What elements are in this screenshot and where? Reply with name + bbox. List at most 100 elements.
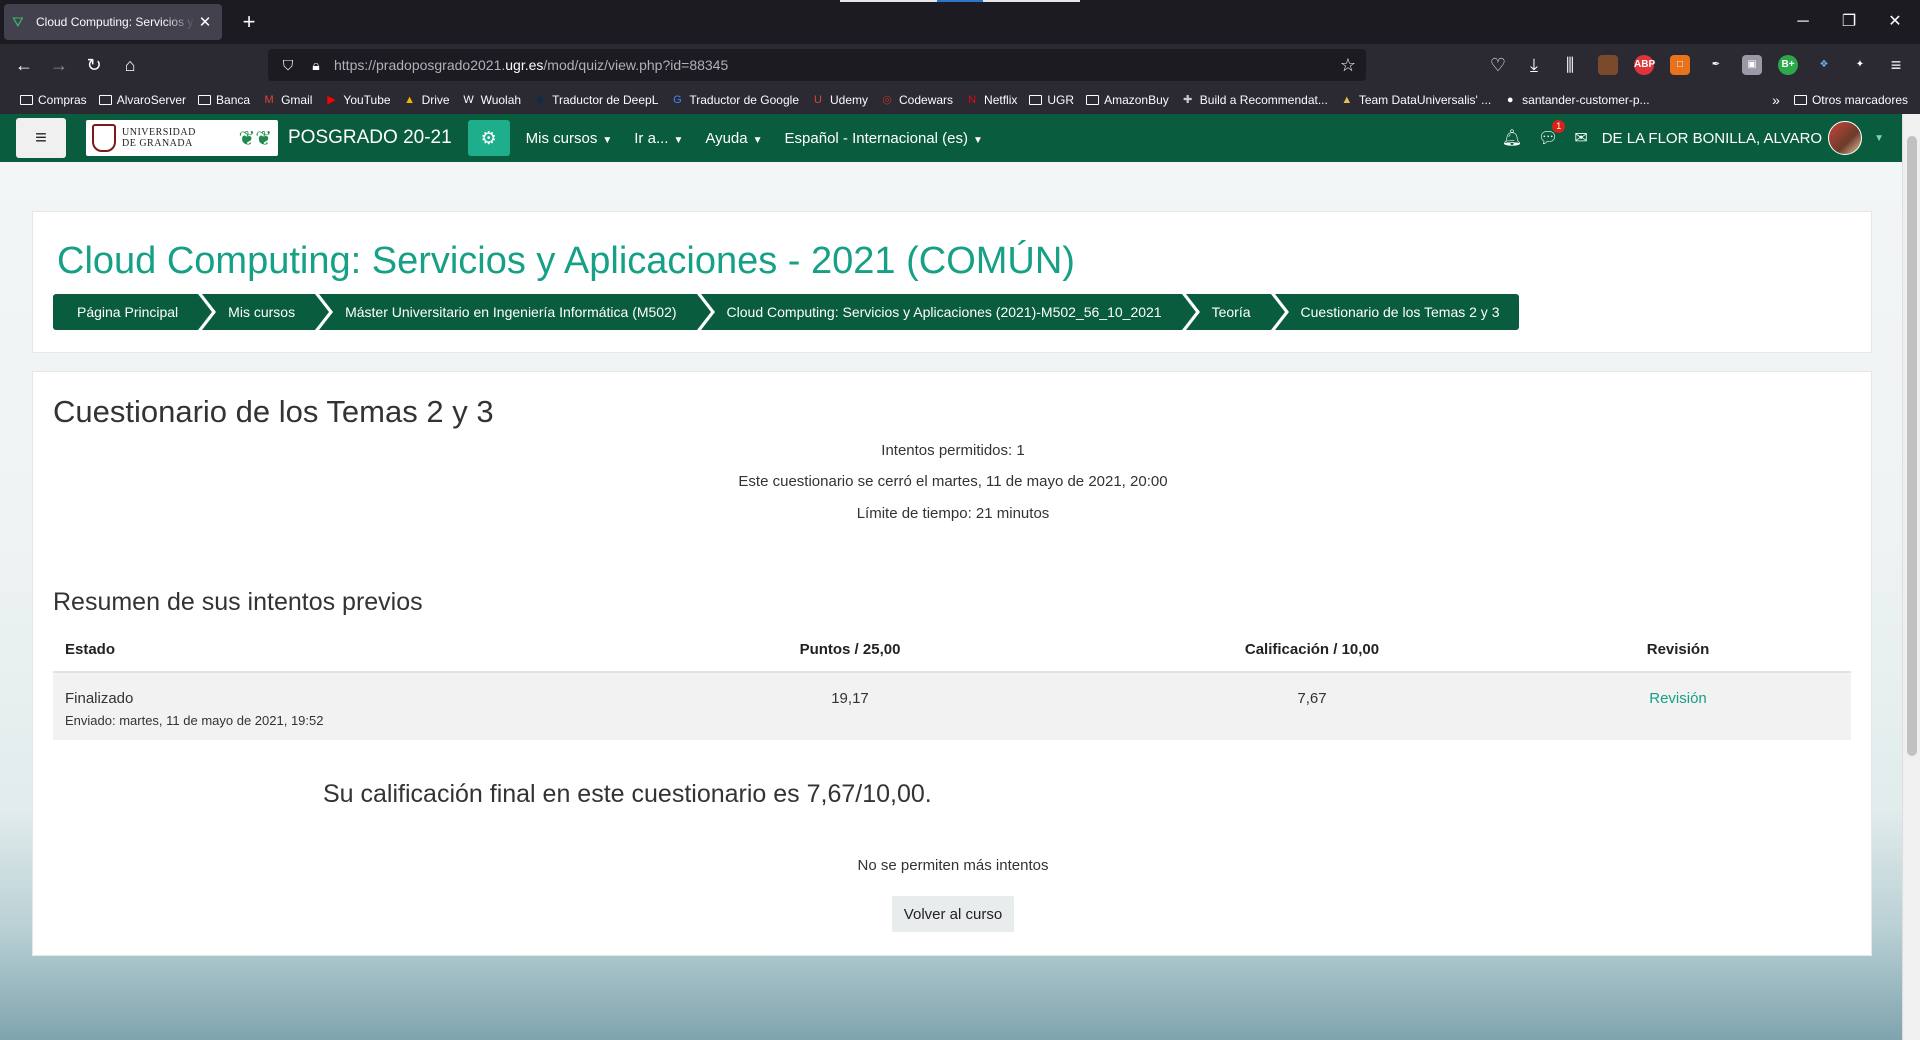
bookmark-star-icon[interactable]: ☆ [1340,55,1356,76]
review-link[interactable]: Revisión [1649,690,1707,707]
breadcrumb-item-my-courses[interactable]: Mis cursos [202,294,329,330]
caret-down-icon[interactable]: ▼ [1874,133,1884,144]
extension-green-icon[interactable]: B+ [1778,55,1798,75]
forward-arrow-icon[interactable]: → [45,51,73,79]
bookmark-item[interactable]: AlvaroServer [98,93,187,107]
bookmark-label: AlvaroServer [116,93,187,107]
ugr-prado-logo[interactable]: UNIVERSIDAD DE GRANADA ❦❦ [86,120,278,156]
breadcrumb-item-theory[interactable]: Teoría [1185,294,1285,330]
scrollbar-thumb[interactable] [1907,136,1917,756]
extension-grey-icon[interactable]: ▣ [1742,55,1762,75]
gmail-icon: M [264,94,274,106]
other-bookmarks[interactable]: Otros marcadores [1793,93,1908,107]
back-to-course-button[interactable]: Volver al curso [892,896,1014,932]
caret-down-icon: ▼ [752,134,763,146]
menu-language[interactable]: Español - Internacional (es) ▼ [779,130,989,147]
bookmark-label: Traductor de DeepL [552,93,659,107]
university-name: UNIVERSIDAD DE GRANADA [122,127,196,149]
folder-icon [1086,95,1100,105]
adblock-plus-icon[interactable]: ABP [1634,55,1655,75]
lock-icon[interactable]: 🔒︎ [306,57,326,74]
extension-orange-icon[interactable]: □ [1670,55,1690,75]
minimize-window-button[interactable]: ─ [1780,8,1826,36]
github-icon: ● [1506,94,1514,106]
menu-hamburger-icon[interactable]: ≡ [1882,51,1910,79]
column-header-grade: Calificación / 10,00 [1119,628,1505,673]
close-window-button[interactable]: ✕ [1872,8,1918,36]
extension-pen-icon[interactable]: ✒ [1706,55,1726,75]
attempts-allowed: Intentos permitidos: 1 [881,442,1025,459]
bookmark-item[interactable]: ● santander-customer-p... [1503,93,1650,107]
time-limit-info: Límite de tiempo: 21 minutos [856,505,1050,522]
extension-blue-icon[interactable]: ❖ [1814,55,1834,75]
bookmark-item[interactable]: ◎ Codewars [880,93,953,107]
quiz-closed-info: Este cuestionario se cerró el martes, 11… [738,473,1168,490]
attempts-summary-title: Resumen de sus intentos previos [53,588,423,616]
bookmark-item[interactable]: ▲ Drive [403,93,449,107]
moodle-navbar: ≡ UNIVERSIDAD DE GRANADA ❦❦ POSGRADO 20-2… [0,114,1902,162]
youtube-icon: ▶ [327,94,336,106]
bookmark-item[interactable]: ▶ YouTube [324,93,390,107]
folder-icon [1793,95,1807,105]
column-header-state: Estado [53,628,581,673]
avatar[interactable] [1828,121,1863,155]
breadcrumb-item-course[interactable]: Cloud Computing: Servicios y Aplicacione… [700,294,1196,330]
bookmark-label: YouTube [343,93,391,107]
bookmark-item[interactable]: M Gmail [262,93,312,107]
bookmark-label: Compras [38,93,87,107]
browser-tab-active[interactable]: ⛛ Cloud Computing: Servicios y Aplicacio… [4,4,222,40]
course-title: Cloud Computing: Servicios y Aplicacione… [57,240,1075,282]
user-menu-name[interactable]: DE LA FLOR BONILLA, ALVARO [1602,130,1822,147]
bookmark-item[interactable]: G Traductor de Google [670,93,799,107]
page-scrollbar[interactable] [1902,114,1920,1040]
mail-icon[interactable]: ✉ [1574,128,1587,148]
chevron-double-right-icon[interactable]: » [1772,92,1780,108]
bookmark-item[interactable]: N Netflix [965,93,1017,107]
bookmark-item[interactable]: U Udemy [811,93,868,107]
bookmark-label: UGR [1047,93,1075,107]
breadcrumb-item-home[interactable]: Página Principal [53,294,213,330]
bookmark-label: Wuolah [480,93,522,107]
pocket-icon[interactable]: ♡ [1484,51,1512,79]
url-text[interactable]: https://pradoposgrado2021.ugr.es/mod/qui… [334,57,1340,73]
home-icon[interactable]: ⌂ [116,51,144,79]
web-page: ≡ UNIVERSIDAD DE GRANADA ❦❦ POSGRADO 20-2… [0,114,1902,1040]
gear-icon[interactable]: ⚙ [467,120,510,156]
extension-avatar-icon[interactable] [1598,55,1618,75]
address-bar[interactable]: ⛉ 🔒︎ https://pradoposgrado2021.ugr.es/mo… [268,49,1366,81]
bookmark-item[interactable]: ▲ Team DataUniversalis' ... [1340,93,1491,107]
bookmark-item[interactable]: UGR [1029,93,1074,107]
tracking-shield-icon[interactable]: ⛉ [278,57,298,74]
bookmarks-toolbar: Compras AlvaroServer Banca M Gmail ▶ YouTube ▲ D… [0,86,1920,114]
menu-ir-a[interactable]: Ir a... ▼ [628,130,689,147]
attempt-state-cell: Finalizado Enviado: martes, 11 de mayo d… [53,672,581,740]
bookmark-item[interactable]: ◆ Traductor de DeepL [533,93,659,107]
notifications-bell-icon[interactable]: 🔔︎ [1502,128,1522,148]
close-tab-icon[interactable]: ✕ [196,13,214,31]
restore-window-button[interactable]: ❐ [1826,8,1872,36]
bookmark-label: santander-customer-p... [1522,93,1650,107]
site-name[interactable]: POSGRADO 20-21 [288,127,452,149]
messages-chat-icon[interactable]: 💬︎ 1 [1538,120,1566,148]
bookmark-item[interactable]: AmazonBuy [1086,93,1169,107]
browser-nav-bar: ← → ↻ ⌂ ⛉ 🔒︎ https://pradoposgrado2021.u… [0,44,1920,86]
reload-icon[interactable]: ↻ [80,51,108,79]
bookmark-item[interactable]: W Wuolah [462,93,521,107]
column-header-points: Puntos / 25,00 [581,628,1119,673]
extensions-puzzle-icon[interactable]: ✦ [1850,55,1870,75]
downloads-icon[interactable]: ⤓ [1520,51,1548,79]
bookmark-label: Codewars [899,93,954,107]
back-arrow-icon[interactable]: ← [10,51,38,79]
new-tab-button[interactable]: + [236,9,262,35]
bookmark-item[interactable]: ✚ Build a Recommendat... [1181,93,1328,107]
menu-mis-cursos[interactable]: Mis cursos ▼ [520,130,619,147]
breadcrumb-item-quiz[interactable]: Cuestionario de los Temas 2 y 3 [1274,294,1520,330]
bookmark-item[interactable]: Compras [20,93,87,107]
bookmark-item[interactable]: Banca [198,93,250,107]
breadcrumb-item-master[interactable]: Máster Universitario en Ingeniería Infor… [319,294,712,330]
library-icon[interactable]: ⫼ [1556,51,1584,79]
udemy-icon: U [814,94,822,106]
menu-ayuda[interactable]: Ayuda ▼ [699,130,768,147]
google-translate-icon: G [673,94,682,106]
drawer-toggle-button[interactable]: ≡ [16,118,66,158]
